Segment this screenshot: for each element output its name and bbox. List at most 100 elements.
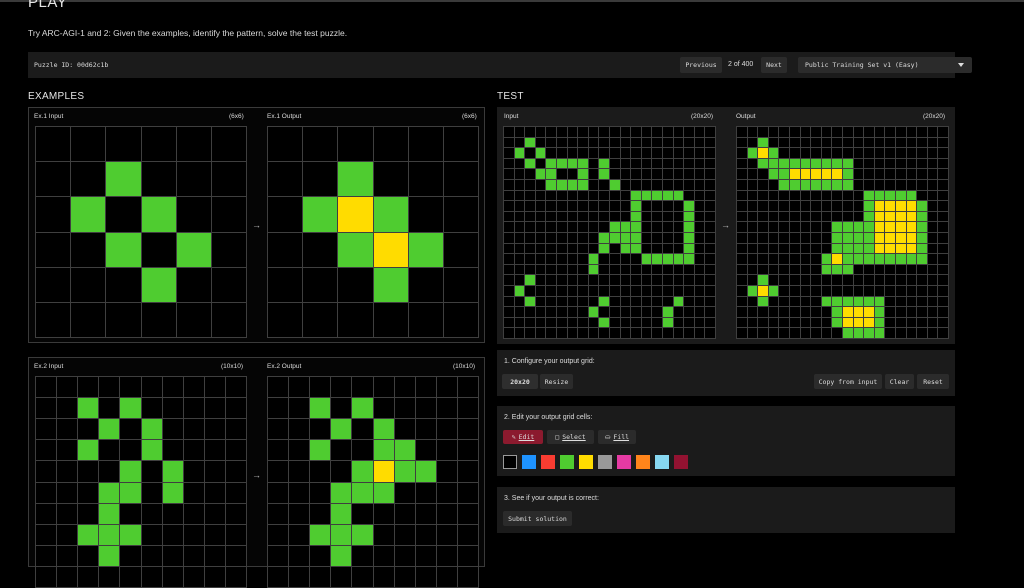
grid-cell[interactable] — [853, 127, 864, 137]
grid-cell[interactable] — [906, 275, 917, 285]
grid-cell[interactable] — [874, 296, 885, 307]
grid-cell[interactable] — [938, 211, 948, 222]
grid-cell[interactable] — [800, 222, 811, 232]
grid-cell[interactable] — [747, 286, 758, 296]
puzzle-set-select[interactable]: Public Training Set v1 (Easy) — [798, 57, 972, 73]
reset-button[interactable]: Reset — [917, 374, 949, 389]
grid-cell[interactable] — [737, 211, 747, 222]
grid-cell[interactable] — [779, 307, 789, 317]
grid-cell[interactable] — [906, 328, 917, 338]
grid-cell[interactable] — [758, 222, 768, 232]
grid-cell[interactable] — [874, 148, 885, 158]
grid-cell[interactable] — [927, 286, 938, 296]
grid-cell[interactable] — [938, 127, 948, 137]
color-swatch-4[interactable] — [579, 455, 593, 469]
grid-cell[interactable] — [737, 254, 747, 264]
color-swatch-0[interactable] — [503, 455, 517, 469]
color-swatch-1[interactable] — [522, 455, 536, 469]
grid-cell[interactable] — [917, 169, 927, 179]
grid-cell[interactable] — [938, 275, 948, 285]
grid-cell[interactable] — [853, 243, 864, 254]
grid-cell[interactable] — [843, 127, 853, 137]
grid-cell[interactable] — [758, 254, 768, 264]
grid-cell[interactable] — [768, 190, 779, 201]
grid-cell[interactable] — [790, 158, 800, 169]
grid-cell[interactable] — [758, 158, 768, 169]
grid-cell[interactable] — [779, 169, 789, 179]
grid-cell[interactable] — [896, 254, 906, 264]
grid-cell[interactable] — [800, 233, 811, 243]
grid-cell[interactable] — [874, 328, 885, 338]
grid-cell[interactable] — [853, 264, 864, 275]
grid-cell[interactable] — [864, 243, 874, 254]
grid-cell[interactable] — [747, 296, 758, 307]
grid-cell[interactable] — [927, 169, 938, 179]
grid-cell[interactable] — [768, 243, 779, 254]
grid-cell[interactable] — [747, 275, 758, 285]
grid-cell[interactable] — [896, 222, 906, 232]
grid-cell[interactable] — [906, 201, 917, 211]
grid-cell[interactable] — [917, 243, 927, 254]
grid-cell[interactable] — [747, 233, 758, 243]
grid-cell[interactable] — [917, 233, 927, 243]
grid-cell[interactable] — [938, 137, 948, 148]
grid-cell[interactable] — [853, 180, 864, 190]
grid-cell[interactable] — [843, 169, 853, 179]
grid-cell[interactable] — [768, 233, 779, 243]
grid-cell[interactable] — [843, 317, 853, 328]
grid-cell[interactable] — [811, 148, 821, 158]
color-swatch-7[interactable] — [636, 455, 650, 469]
grid-cell[interactable] — [779, 148, 789, 158]
grid-cell[interactable] — [768, 222, 779, 232]
grid-cell[interactable] — [896, 148, 906, 158]
grid-cell[interactable] — [790, 233, 800, 243]
grid-cell[interactable] — [917, 180, 927, 190]
grid-cell[interactable] — [927, 328, 938, 338]
grid-cell[interactable] — [737, 222, 747, 232]
grid-cell[interactable] — [779, 317, 789, 328]
grid-cell[interactable] — [832, 233, 842, 243]
color-swatch-9[interactable] — [674, 455, 688, 469]
grid-cell[interactable] — [843, 148, 853, 158]
grid-cell[interactable] — [832, 169, 842, 179]
grid-cell[interactable] — [917, 211, 927, 222]
grid-cell[interactable] — [768, 211, 779, 222]
grid-cell[interactable] — [737, 328, 747, 338]
grid-cell[interactable] — [747, 211, 758, 222]
grid-cell[interactable] — [790, 148, 800, 158]
grid-cell[interactable] — [938, 286, 948, 296]
grid-cell[interactable] — [737, 317, 747, 328]
grid-cell[interactable] — [768, 148, 779, 158]
grid-cell[interactable] — [896, 264, 906, 275]
grid-cell[interactable] — [779, 286, 789, 296]
grid-cell[interactable] — [843, 275, 853, 285]
grid-cell[interactable] — [821, 190, 832, 201]
grid-cell[interactable] — [917, 190, 927, 201]
grid-cell[interactable] — [864, 296, 874, 307]
grid-cell[interactable] — [779, 275, 789, 285]
grid-cell[interactable] — [864, 190, 874, 201]
grid-cell[interactable] — [758, 201, 768, 211]
grid-cell[interactable] — [790, 190, 800, 201]
grid-cell[interactable] — [874, 201, 885, 211]
grid-cell[interactable] — [864, 180, 874, 190]
grid-cell[interactable] — [779, 264, 789, 275]
grid-cell[interactable] — [832, 148, 842, 158]
grid-cell[interactable] — [864, 148, 874, 158]
grid-cell[interactable] — [811, 201, 821, 211]
grid-cell[interactable] — [896, 307, 906, 317]
grid-cell[interactable] — [853, 148, 864, 158]
grid-cell[interactable] — [843, 233, 853, 243]
grid-cell[interactable] — [896, 180, 906, 190]
grid-cell[interactable] — [790, 127, 800, 137]
grid-cell[interactable] — [737, 148, 747, 158]
grid-cell[interactable] — [843, 296, 853, 307]
grid-cell[interactable] — [821, 275, 832, 285]
grid-cell[interactable] — [737, 264, 747, 275]
grid-cell[interactable] — [843, 243, 853, 254]
grid-cell[interactable] — [906, 158, 917, 169]
grid-cell[interactable] — [906, 243, 917, 254]
grid-cell[interactable] — [896, 328, 906, 338]
grid-cell[interactable] — [811, 137, 821, 148]
select-tool-button[interactable]: □ Select — [547, 430, 594, 444]
